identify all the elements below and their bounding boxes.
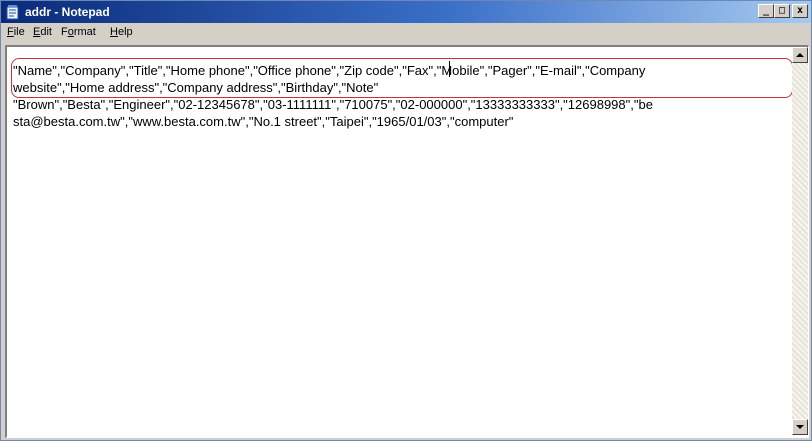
menu-format-lead: F	[61, 26, 68, 38]
close-button[interactable]: x	[792, 4, 808, 18]
title-bar[interactable]: addr - Notepad _ □ x	[1, 1, 811, 23]
maximize-button[interactable]: □	[774, 4, 790, 18]
menu-help-label: elp	[117, 26, 133, 38]
menu-file-mnemonic: F	[7, 26, 14, 38]
menu-edit-label: dit	[40, 26, 52, 38]
text-line: website","Home address","Company address…	[13, 80, 379, 95]
notepad-window: addr - Notepad _ □ x File Edit Format He…	[0, 0, 812, 441]
text-line: "Brown","Besta","Engineer","02-12345678"…	[13, 97, 653, 112]
menu-file-label: ile	[13, 26, 25, 38]
notepad-icon	[6, 5, 19, 20]
scroll-up-button[interactable]	[792, 47, 808, 63]
vertical-scrollbar[interactable]	[792, 47, 808, 435]
menu-help[interactable]: Help	[110, 26, 133, 38]
document-text[interactable]: "Name","Company","Title","Home phone","O…	[13, 62, 783, 130]
text-line: "Name","Company","Title","Home phone","O…	[13, 63, 646, 78]
menu-bar: File Edit Format Help	[1, 23, 811, 42]
menu-file[interactable]: File	[7, 26, 25, 38]
scroll-down-button[interactable]	[792, 419, 808, 435]
arrow-up-icon	[796, 53, 804, 57]
menu-help-mnemonic: H	[110, 26, 118, 38]
window-title: addr - Notepad	[25, 5, 110, 19]
minimize-button[interactable]: _	[758, 4, 774, 18]
menu-edit[interactable]: Edit	[33, 26, 52, 38]
text-line: sta@besta.com.tw","www.besta.com.tw","No…	[13, 114, 514, 129]
arrow-down-icon	[796, 425, 804, 429]
menu-format[interactable]: Format	[61, 26, 96, 38]
text-editor[interactable]: "Name","Company","Title","Home phone","O…	[5, 45, 809, 438]
menu-format-label: rmat	[73, 26, 96, 38]
